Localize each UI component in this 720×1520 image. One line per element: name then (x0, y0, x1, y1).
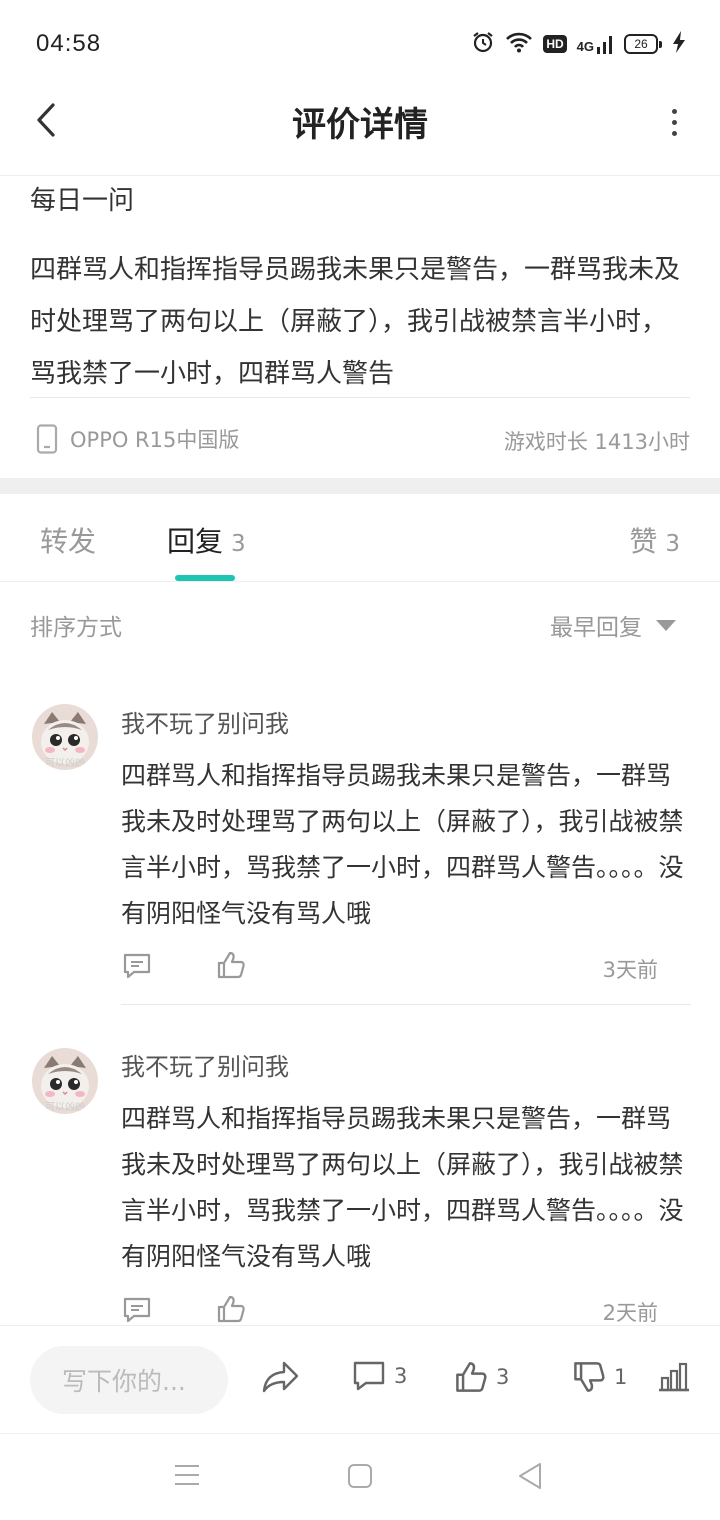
menu-nav-button[interactable] (172, 1462, 202, 1492)
playtime: 游戏时长 1413小时 (503, 430, 690, 454)
like-button[interactable]: 3 (454, 1360, 509, 1394)
reply-body: 四群骂人和指挥指导员踢我未果只是警告，一群骂我未及时处理骂了两句以上（屏蔽了），… (121, 1104, 684, 1271)
back-nav-button[interactable] (516, 1461, 544, 1495)
hd-badge: HD (543, 35, 567, 53)
divider (0, 175, 720, 176)
svg-text:可以凶凶: 可以凶凶 (45, 757, 85, 769)
battery-level: 26 (624, 34, 658, 54)
username[interactable]: 我不玩了别问我 (121, 1047, 289, 1082)
tab-forward-label: 转发 (40, 525, 97, 558)
sort-selected: 最早回复 (550, 615, 642, 641)
comment-button[interactable]: 3 (352, 1360, 407, 1392)
reply-like-button[interactable] (215, 1293, 247, 1324)
divider (121, 1004, 691, 1005)
thumbs-down-icon (574, 1362, 605, 1392)
tab-like[interactable]: 赞3 (629, 520, 680, 560)
reply-time: 3天前 (602, 958, 658, 982)
reply-like-button[interactable] (215, 949, 247, 981)
like-count: 3 (496, 1365, 510, 1389)
comment-icon (123, 1297, 151, 1323)
compose-input[interactable]: 写下你的... (30, 1346, 228, 1414)
back-nav-icon (519, 1463, 541, 1489)
reply-comment-button[interactable] (121, 950, 153, 982)
home-nav-button[interactable] (346, 1462, 374, 1494)
comment-icon (353, 1361, 385, 1391)
avatar[interactable]: 可以凶凶 (32, 704, 98, 770)
thumbs-up-icon (217, 951, 245, 979)
divider (30, 397, 690, 398)
reply-comment-button[interactable] (121, 1294, 153, 1324)
comment-icon (123, 953, 151, 979)
share-button[interactable] (262, 1360, 300, 1394)
dislike-button[interactable]: 1 (572, 1360, 627, 1394)
tab-reply-count: 3 (231, 531, 246, 557)
more-button[interactable] (664, 102, 684, 142)
menu-icon (175, 1465, 199, 1485)
reply-item: 可以凶凶 我不玩了别问我 四群骂人和指挥指导员踢我未果只是警告，一群骂我未及时处… (0, 700, 720, 1010)
post-body: 四群骂人和指挥指导员踢我未果只是警告，一群骂我未及时处理骂了两句以上（屏蔽了），… (30, 255, 681, 389)
signal-icon: 4G (577, 34, 614, 54)
battery-icon: 26 (624, 34, 662, 54)
dislike-count: 1 (614, 1365, 628, 1389)
divider (0, 581, 720, 582)
phone-icon (36, 424, 58, 454)
more-icon (671, 108, 677, 114)
username[interactable]: 我不玩了别问我 (121, 704, 289, 739)
wifi-icon (505, 31, 533, 57)
stats-icon (659, 1362, 689, 1392)
post-heading: 每日一问 (30, 186, 135, 216)
tab-reply-label: 回复 (167, 525, 224, 558)
status-icons: HD 4G 26 (471, 30, 686, 58)
tab-like-count: 3 (665, 531, 680, 557)
section-gap (0, 478, 720, 494)
comment-count: 3 (394, 1364, 408, 1388)
bottom-action-bar: 写下你的... 3 3 1 (0, 1325, 720, 1434)
reply-item: 可以凶凶 我不玩了别问我 四群骂人和指挥指导员踢我未果只是警告，一群骂我未及时处… (0, 1044, 720, 1324)
charging-icon (672, 31, 686, 57)
sort-label: 排序方式 (30, 615, 122, 641)
share-icon (262, 1361, 299, 1393)
reply-body: 四群骂人和指挥指导员踢我未果只是警告，一群骂我未及时处理骂了两句以上（屏蔽了），… (121, 761, 684, 928)
page-title: 评价详情 (292, 105, 428, 145)
alarm-icon (471, 30, 495, 58)
thumbs-up-icon (217, 1295, 245, 1323)
reply-time: 2天前 (602, 1301, 658, 1324)
device-name: OPPO R15中国版 (70, 428, 240, 452)
tab-reply[interactable]: 回复 3 (167, 520, 246, 560)
tab-forward[interactable]: 转发 (40, 520, 96, 560)
svg-text:可以凶凶: 可以凶凶 (45, 1101, 85, 1113)
thumbs-up-icon (456, 1362, 487, 1392)
stats-button[interactable] (657, 1360, 691, 1392)
system-nav-bar (0, 1434, 720, 1520)
dropdown-icon (656, 619, 676, 631)
device-info: OPPO R15中国版 (36, 424, 239, 454)
home-icon (348, 1464, 372, 1488)
sort-select[interactable]: 最早回复 (550, 608, 676, 642)
avatar[interactable]: 可以凶凶 (32, 1048, 98, 1114)
tab-like-label: 赞 (629, 525, 658, 558)
status-time: 04:58 (36, 30, 102, 57)
network-label: 4G (576, 39, 594, 54)
